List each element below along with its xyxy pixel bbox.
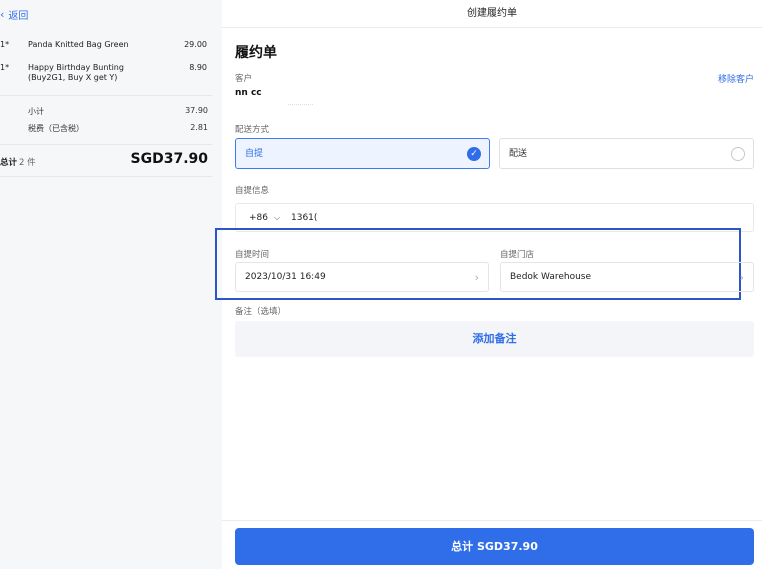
- chevron-down-icon: ⌵: [274, 213, 281, 222]
- note-label: 备注（选填）: [235, 307, 287, 317]
- divider: [0, 144, 212, 145]
- delivery-option-label: 配送: [509, 149, 528, 159]
- top-bar: 创建履约单: [222, 0, 762, 28]
- pickup-store-select[interactable]: Bedok Warehouse ›: [500, 262, 754, 292]
- total-amount: SGD37.90: [130, 151, 208, 167]
- total-label: 总计 2 件: [0, 158, 36, 168]
- item-qty: 1*: [0, 63, 10, 72]
- pickup-info-label: 自提信息: [235, 186, 270, 196]
- delivery-option[interactable]: 配送: [499, 138, 754, 169]
- pickup-time-select[interactable]: 2023/10/31 16:49 ›: [235, 262, 489, 292]
- total-row: 总计 2 件 SGD37.90: [0, 150, 212, 172]
- back-button[interactable]: ‹ 返回: [0, 7, 28, 22]
- item-name: Happy Birthday Bunting (Buy2G1, Buy X ge…: [28, 63, 124, 82]
- header-title: 创建履约单: [467, 8, 517, 19]
- chevron-right-icon: ›: [739, 271, 744, 284]
- divider: [222, 520, 762, 521]
- pickup-store-label: 自提门店: [500, 250, 535, 260]
- pickup-time-label: 自提时间: [235, 250, 270, 260]
- delivery-method-label: 配送方式: [235, 125, 270, 135]
- pickup-store-value: Bedok Warehouse: [510, 272, 592, 282]
- pickup-option-label: 自提: [245, 149, 264, 159]
- customer-label: 客户: [235, 74, 253, 84]
- total-count: 2 件: [19, 158, 36, 168]
- item-price: 8.90: [189, 63, 207, 72]
- chevron-left-icon: ‹: [0, 8, 5, 21]
- pickup-time-value: 2023/10/31 16:49: [245, 272, 326, 282]
- divider: [288, 104, 313, 105]
- order-summary-pane: ‹ 返回 1* Panda Knitted Bag Green 29.00 1*…: [0, 0, 222, 569]
- divider: [0, 95, 212, 96]
- tax-label: 税费（已含税）: [28, 124, 84, 133]
- item-qty: 1*: [0, 40, 10, 49]
- submit-button[interactable]: 总计 SGD37.90: [235, 528, 754, 565]
- divider: [0, 176, 212, 177]
- country-code-select[interactable]: +86 ⌵: [249, 213, 280, 223]
- fulfillment-form-pane: 创建履约单 履约单 客户 移除客户 nn cc 配送方式 自提 ✓ 配送 自提信…: [215, 0, 762, 569]
- chevron-right-icon: ›: [474, 271, 479, 284]
- remove-customer-link[interactable]: 移除客户: [718, 72, 754, 85]
- tax-row: 税费（已含税） 2.81: [28, 123, 208, 134]
- subtotal-row: 小计 37.90: [28, 106, 208, 117]
- subtotal-label: 小计: [28, 107, 44, 116]
- pickup-option[interactable]: 自提 ✓: [235, 138, 490, 169]
- item-price: 29.00: [184, 40, 207, 49]
- subtotal-value: 37.90: [185, 106, 208, 115]
- phone-input[interactable]: 1361(: [291, 213, 317, 223]
- tax-value: 2.81: [190, 123, 208, 132]
- check-circle-icon: ✓: [467, 147, 481, 161]
- page-title: 履约单: [235, 45, 277, 61]
- back-label: 返回: [8, 11, 29, 22]
- radio-circle-icon: [731, 147, 745, 161]
- item-name: Panda Knitted Bag Green: [28, 40, 129, 49]
- add-note-button[interactable]: 添加备注: [235, 321, 754, 357]
- customer-name: nn cc: [235, 88, 262, 98]
